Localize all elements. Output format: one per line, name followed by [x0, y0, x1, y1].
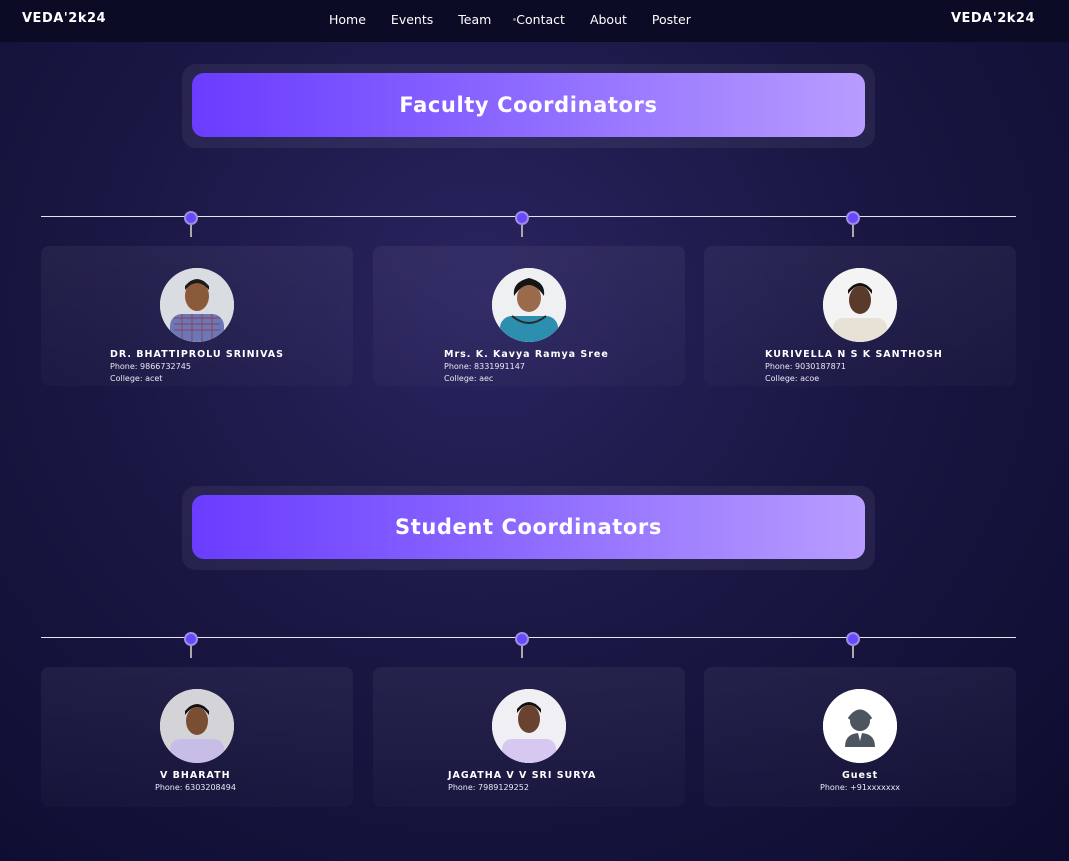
coordinator-phone: Phone: 7989129252 [448, 783, 529, 792]
timeline-stem [852, 225, 854, 237]
faculty-card: KURIVELLA N S K SANTHOSH Phone: 90301878… [704, 246, 1016, 386]
timeline-stem [521, 225, 523, 237]
nav-link-home[interactable]: Home [329, 12, 366, 27]
coordinator-phone: Phone: 6303208494 [155, 783, 236, 792]
brand-logo-left[interactable]: VEDA'2k24 [22, 11, 106, 26]
timeline-node [846, 632, 860, 646]
student-card: Guest Phone: +91xxxxxxx [704, 667, 1016, 807]
top-navbar: VEDA'2k24 Home Events Team Contact About… [0, 0, 1069, 42]
faculty-section-header: Faculty Coordinators [182, 64, 875, 148]
nav-link-contact[interactable]: Contact [516, 12, 565, 27]
faculty-section-title: Faculty Coordinators [192, 73, 865, 137]
student-section-header: Student Coordinators [182, 486, 875, 570]
timeline-node [184, 211, 198, 225]
nav-active-dot [513, 18, 516, 21]
avatar [823, 268, 897, 342]
coordinator-college: College: aec [444, 374, 494, 383]
student-section-title: Student Coordinators [192, 495, 865, 559]
timeline-node [515, 632, 529, 646]
timeline-node [846, 211, 860, 225]
nav-link-events[interactable]: Events [391, 12, 433, 27]
coordinator-phone: Phone: 9030187871 [765, 362, 846, 371]
student-card: V BHARATH Phone: 6303208494 [41, 667, 353, 807]
nav-link-team[interactable]: Team [458, 12, 491, 27]
brand-logo-right[interactable]: VEDA'2k24 [951, 11, 1035, 26]
coordinator-phone: Phone: 9866732745 [110, 362, 191, 371]
coordinator-phone: Phone: 8331991147 [444, 362, 525, 371]
coordinator-name: V BHARATH [160, 770, 231, 781]
nav-link-about[interactable]: About [590, 12, 627, 27]
nav-link-poster[interactable]: Poster [652, 12, 691, 27]
timeline-node [515, 211, 529, 225]
timeline-stem [521, 646, 523, 658]
coordinator-name: Mrs. K. Kavya Ramya Sree [444, 349, 609, 360]
timeline-stem [190, 646, 192, 658]
coordinator-phone: Phone: +91xxxxxxx [820, 783, 901, 792]
guest-avatar-icon [823, 689, 897, 763]
nav-links: Home Events Team Contact About Poster [329, 12, 716, 27]
coordinator-college: College: acet [110, 374, 163, 383]
student-card: JAGATHA V V SRI SURYA Phone: 7989129252 [373, 667, 685, 807]
faculty-card: DR. BHATTIPROLU SRINIVAS Phone: 98667327… [41, 246, 353, 386]
timeline-node [184, 632, 198, 646]
coordinator-name: DR. BHATTIPROLU SRINIVAS [110, 349, 284, 360]
coordinator-college: College: acoe [765, 374, 820, 383]
avatar [492, 268, 566, 342]
timeline-stem [852, 646, 854, 658]
faculty-card: Mrs. K. Kavya Ramya Sree Phone: 83319911… [373, 246, 685, 386]
avatar [492, 689, 566, 763]
coordinator-name: JAGATHA V V SRI SURYA [448, 770, 597, 781]
avatar [160, 689, 234, 763]
coordinator-name: KURIVELLA N S K SANTHOSH [765, 349, 943, 360]
coordinator-name: Guest [842, 770, 879, 781]
avatar [160, 268, 234, 342]
timeline-stem [190, 225, 192, 237]
